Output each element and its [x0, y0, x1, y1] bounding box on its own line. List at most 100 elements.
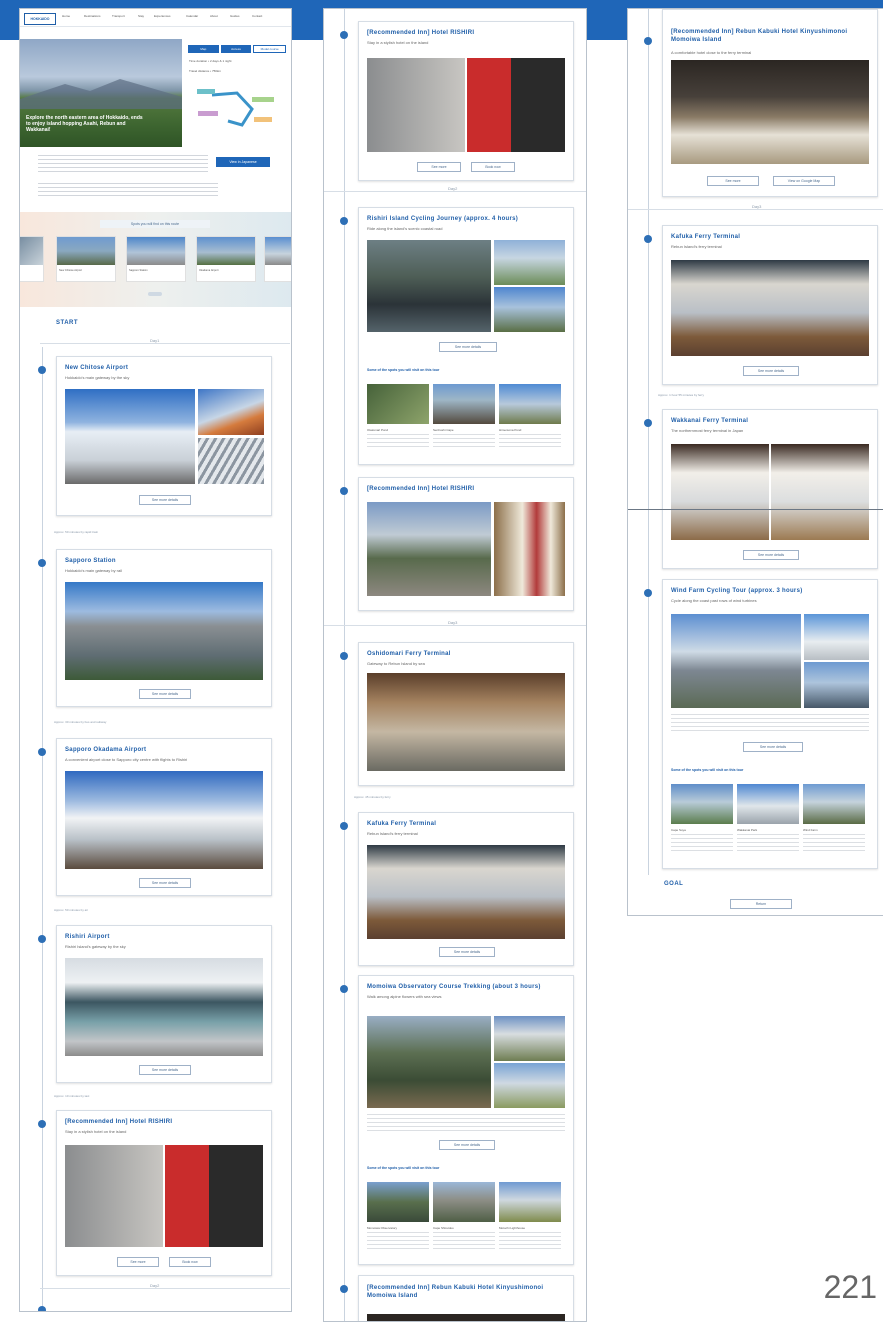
transfer-note: Approx. 45 minutes by ferry — [354, 795, 391, 799]
spots-title: Some of the spots you will visit on this… — [367, 368, 440, 372]
stop-title: Kafuka Ferry Terminal — [367, 821, 437, 827]
nav-item[interactable]: Home — [62, 14, 70, 18]
day3-divider — [628, 209, 883, 210]
stop-title: Rishiri Airport — [65, 934, 110, 940]
stop-card-rishiri-airport: Rishiri Airport Rishiri Island's gateway… — [56, 925, 272, 1083]
see-more-button[interactable]: See more details — [139, 878, 191, 888]
spot-name: Cape Shiretoko — [433, 1226, 454, 1230]
spot-photo — [433, 384, 495, 424]
timeline-dot — [340, 985, 348, 993]
spot-description — [671, 834, 733, 854]
band-card[interactable] — [264, 236, 291, 282]
spot-description — [803, 834, 865, 854]
hero-duration: Time duration • 2 days & 1 night — [189, 59, 232, 63]
timeline-line — [344, 9, 345, 1321]
nav-item[interactable]: Transport — [112, 14, 125, 18]
see-more-button[interactable]: See more details — [439, 947, 495, 957]
stop-photo-main — [367, 58, 465, 152]
stop-subtitle: Cycle along the coast past rows of wind … — [671, 598, 757, 603]
stop-description — [671, 714, 869, 732]
book-now-button[interactable]: Book now — [169, 1257, 211, 1267]
intro-button[interactable]: View in Japanese — [216, 157, 270, 167]
nav-item[interactable]: Stay — [138, 14, 144, 18]
page-screenshot-3: [Recommended Inn] Rebun Kabuki Hotel Kin… — [627, 8, 883, 916]
site-logo[interactable]: HOKKAIDO — [24, 13, 56, 25]
nav-item[interactable]: Calendar — [186, 14, 198, 18]
see-more-button[interactable]: See more — [707, 176, 759, 186]
transfer-note: Approx. 50 minutes by air — [54, 908, 89, 912]
see-more-button[interactable]: See more details — [743, 550, 799, 560]
timeline-dot — [340, 822, 348, 830]
stop-title: Oshidomari Ferry Terminal — [367, 651, 451, 657]
stop-photo-small — [198, 389, 264, 435]
spots-title: Some of the spots you will visit on this… — [671, 768, 744, 772]
spots-band-title: Spots you will find on this route — [100, 220, 210, 228]
stop-subtitle: Rebun Island's ferry terminal — [367, 831, 418, 836]
stop-subtitle: Stay in a stylish hotel on the island — [65, 1129, 127, 1134]
see-more-button[interactable]: See more — [117, 1257, 159, 1267]
see-more-button[interactable]: See more details — [139, 495, 191, 505]
header-divider — [20, 26, 291, 27]
see-more-button[interactable]: See more details — [439, 342, 497, 352]
hero-caption: Explore the north eastern area of Hokkai… — [26, 115, 143, 133]
stop-photo-main — [367, 240, 491, 332]
stop-card-okadama-airport: Sapporo Okadama Airport A convenient air… — [56, 738, 272, 896]
see-more-button[interactable]: See more details — [439, 1140, 495, 1150]
nav-item[interactable]: Guides — [230, 14, 240, 18]
spots-band: Spots you will find on this route New Ch… — [20, 212, 291, 307]
see-more-button[interactable]: See more details — [139, 689, 191, 699]
spot-name: Wind Farm — [803, 828, 818, 832]
hero-tab-map[interactable]: Map — [188, 45, 219, 53]
stop-card-rebun-hotel: [Recommended Inn] Rebun Kabuki Hotel Kin… — [662, 9, 878, 197]
stop-title: [Recommended Inn] Rebun Kabuki Hotel Kin… — [367, 1285, 544, 1299]
stop-card-momoiwa-trek: Momoiwa Observatory Course Trekking (abo… — [358, 975, 574, 1265]
transfer-note: Approx. 30 minutes by bus and subway — [54, 720, 107, 724]
spot-name: Senhoshi Cape — [433, 428, 454, 432]
see-more-button[interactable]: See more — [417, 162, 461, 172]
stop-card-kafuka-ferry: Kafuka Ferry Terminal Rebun Island's fer… — [662, 225, 878, 385]
stop-photo-main — [771, 444, 869, 540]
hero-tab-model-course[interactable]: Model course — [253, 45, 287, 53]
nav-item[interactable]: About — [210, 14, 218, 18]
stop-title: Wakkanai Ferry Terminal — [671, 418, 749, 424]
spot-description — [433, 1232, 495, 1252]
nav-item[interactable]: Destinations — [84, 14, 101, 18]
band-pager[interactable] — [148, 292, 162, 296]
stop-photo-main — [671, 444, 769, 540]
band-card[interactable]: Sapporo Station — [126, 236, 186, 282]
stop-photo-main — [367, 845, 565, 939]
band-card[interactable] — [20, 236, 44, 282]
band-card[interactable]: Okadama Airport — [196, 236, 256, 282]
timeline-dot — [644, 37, 652, 45]
band-card[interactable]: New Chitose Airport — [56, 236, 116, 282]
timeline-dot — [340, 31, 348, 39]
spot-name: Momoiwa Observatory — [367, 1226, 398, 1230]
stop-photo-small — [494, 287, 565, 332]
see-more-button[interactable]: See more details — [743, 366, 799, 376]
spot-photo — [367, 384, 429, 424]
timeline-dot — [340, 217, 348, 225]
timeline-dot — [644, 419, 652, 427]
stop-photo-sign — [494, 502, 565, 596]
spot-description — [433, 434, 495, 450]
return-button[interactable]: Return — [730, 899, 792, 909]
see-more-button[interactable]: See more details — [139, 1065, 191, 1075]
timeline-dot — [38, 366, 46, 374]
stop-photo-small — [494, 240, 565, 285]
timeline-dot — [38, 559, 46, 567]
nav-item[interactable]: Experiences — [154, 14, 171, 18]
day2-divider — [40, 1288, 290, 1289]
stop-title: Sapporo Okadama Airport — [65, 747, 147, 753]
hero-tab-access[interactable]: Access — [220, 45, 252, 53]
see-more-button[interactable]: See more details — [743, 742, 803, 752]
stop-photo-small — [804, 662, 869, 708]
intro-paragraph — [38, 155, 208, 175]
stop-subtitle: Ride along the island's scenic coastal r… — [367, 226, 443, 231]
google-map-button[interactable]: View on Google Map — [773, 176, 835, 186]
stop-photo-small — [804, 614, 869, 660]
nav-item[interactable]: Contact — [252, 14, 262, 18]
stop-card-kafuka-ferry: Kafuka Ferry Terminal Rebun Island's fer… — [358, 812, 574, 966]
stop-subtitle: Gateway to Rebun Island by sea — [367, 661, 425, 666]
book-now-button[interactable]: Book now — [471, 162, 515, 172]
timeline-dot — [38, 935, 46, 943]
